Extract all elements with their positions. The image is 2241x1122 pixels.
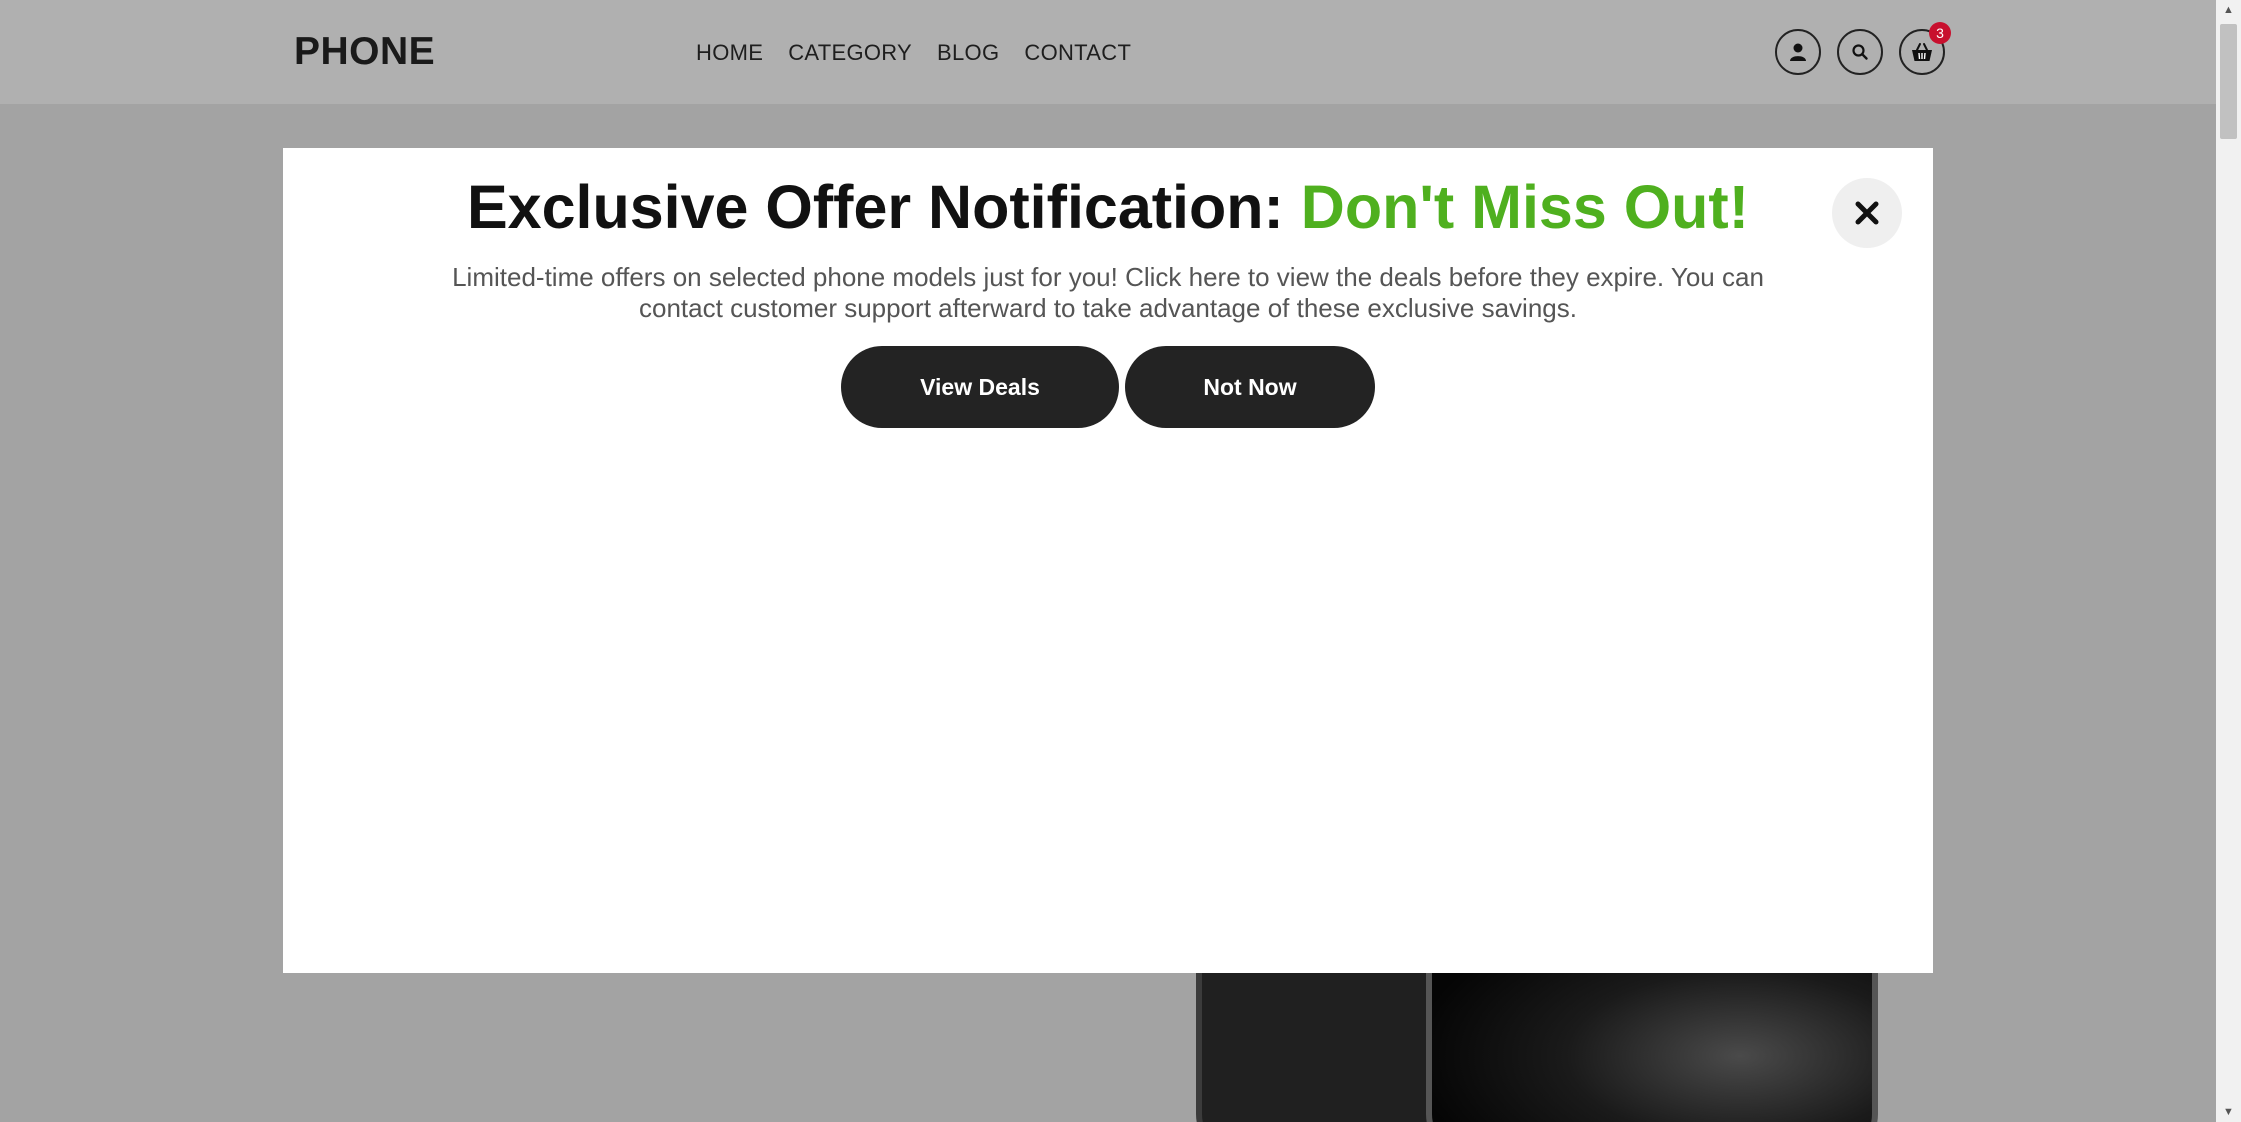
- search-button[interactable]: [1837, 29, 1883, 75]
- page-scrollbar[interactable]: ▲ ▼: [2216, 0, 2241, 1122]
- offer-modal: Exclusive Offer Notification: Don't Miss…: [283, 148, 1933, 973]
- modal-body-text[interactable]: Limited-time offers on selected phone mo…: [433, 262, 1783, 324]
- not-now-button[interactable]: Not Now: [1125, 346, 1375, 428]
- scroll-thumb[interactable]: [2220, 24, 2237, 139]
- nav-category[interactable]: CATEGORY: [788, 40, 912, 66]
- cart-count-badge: 3: [1929, 22, 1951, 44]
- nav-contact[interactable]: CONTACT: [1024, 40, 1131, 66]
- main-nav: HOME CATEGORY BLOG CONTACT: [696, 40, 1131, 66]
- view-deals-button[interactable]: View Deals: [841, 346, 1119, 428]
- scroll-down-arrow-icon[interactable]: ▼: [2216, 1102, 2241, 1122]
- scroll-up-arrow-icon[interactable]: ▲: [2216, 0, 2241, 20]
- close-icon: [1855, 201, 1879, 225]
- basket-icon: [1912, 43, 1932, 61]
- nav-blog[interactable]: BLOG: [937, 40, 999, 66]
- account-button[interactable]: [1775, 29, 1821, 75]
- user-icon: [1790, 43, 1806, 61]
- modal-close-button[interactable]: [1832, 178, 1902, 248]
- modal-title-main: Exclusive Offer Notification:: [466, 173, 1301, 241]
- modal-title-accent: Don't Miss Out!: [1300, 173, 1750, 241]
- search-icon: [1852, 44, 1868, 60]
- modal-title: Exclusive Offer Notification: Don't Miss…: [283, 172, 1933, 242]
- cart-button[interactable]: 3: [1899, 22, 1951, 75]
- nav-home[interactable]: HOME: [696, 40, 763, 66]
- site-header: PHONE HOME CATEGORY BLOG CONTACT 3: [0, 0, 2216, 104]
- site-logo[interactable]: PHONE: [294, 30, 435, 74]
